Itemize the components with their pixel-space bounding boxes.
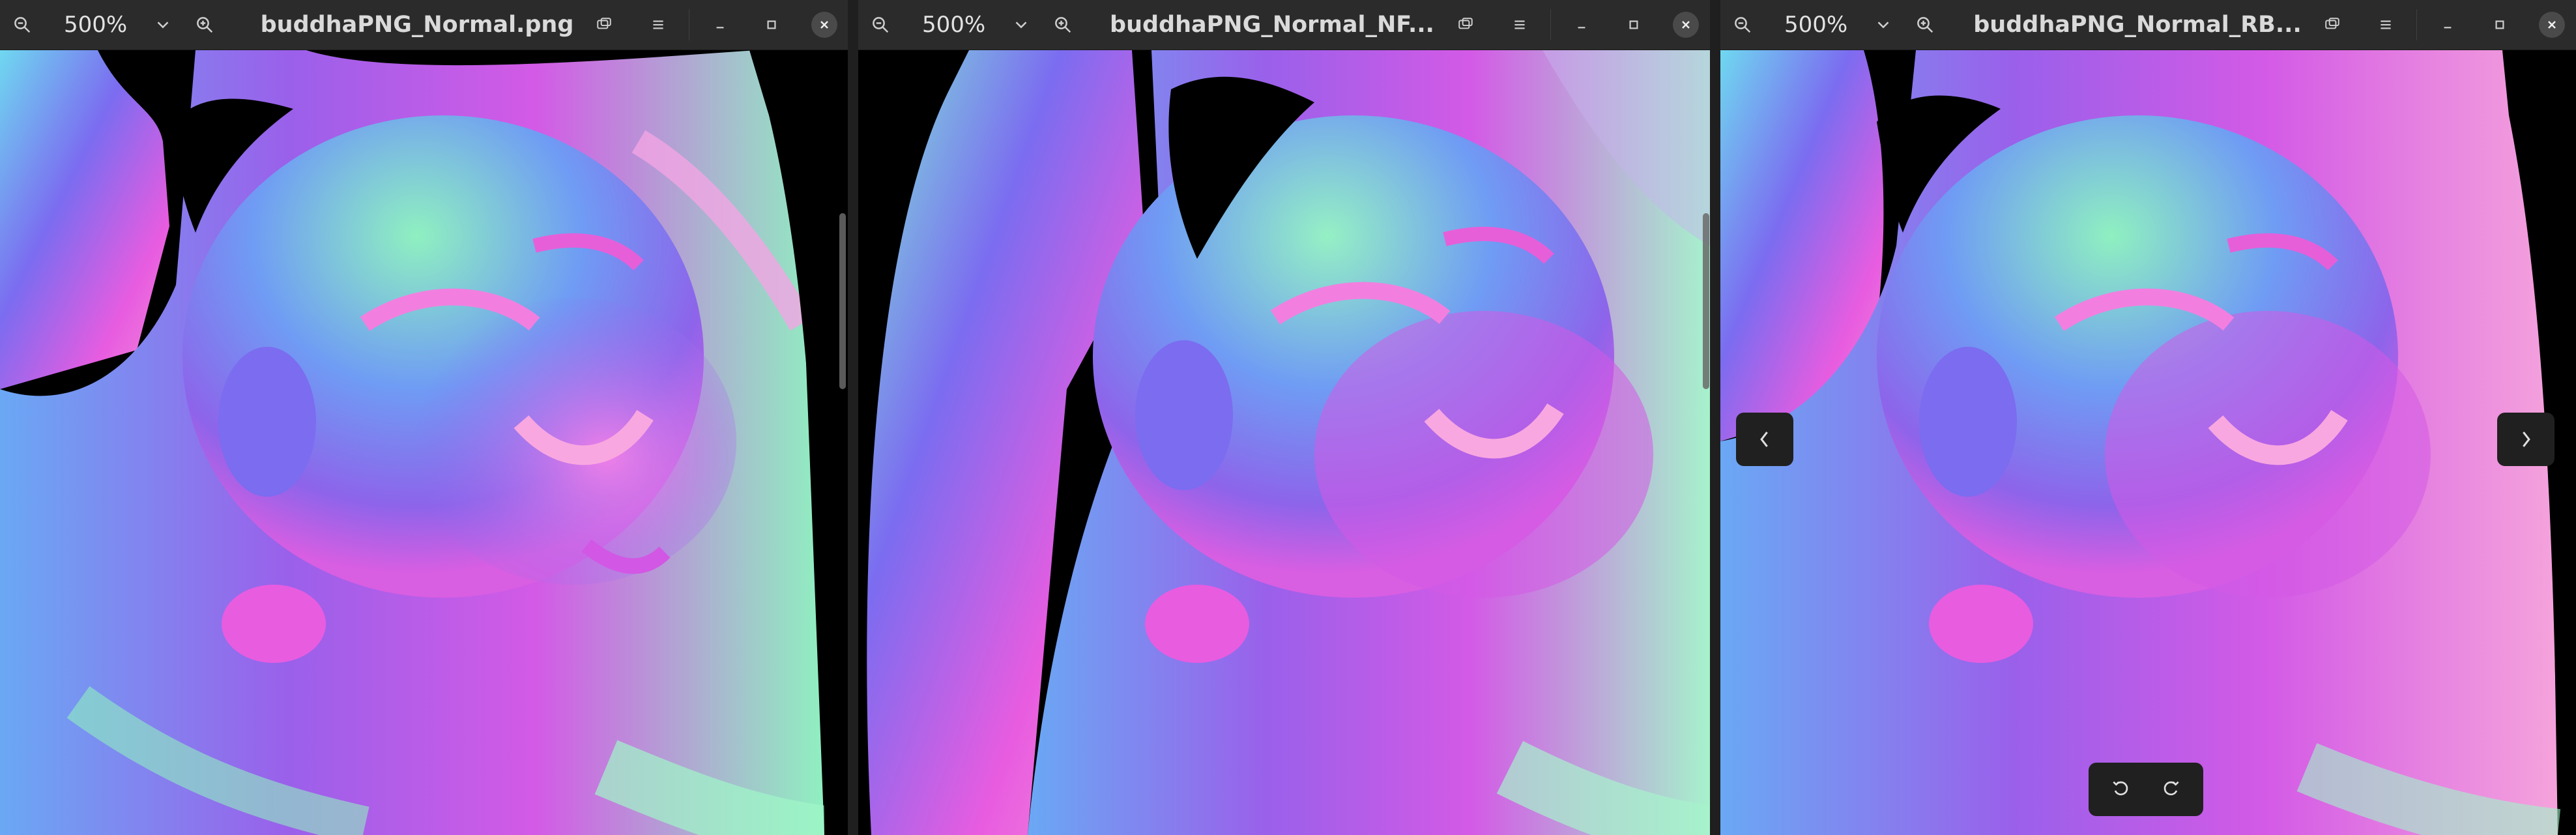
picture-in-picture-icon: [2325, 18, 2339, 29]
maximize-icon: [1629, 20, 1638, 29]
zoom-in-button[interactable]: [1045, 5, 1081, 44]
chevron-down-icon: [157, 22, 169, 29]
zoom-out-button[interactable]: [4, 5, 40, 44]
zoom-out-icon: [873, 17, 889, 33]
rotate-right-button[interactable]: [2161, 778, 2182, 801]
vertical-scrollbar[interactable]: [1703, 213, 1709, 389]
close-icon: [1682, 21, 1690, 29]
minimize-button[interactable]: [701, 5, 740, 44]
close-icon: [2548, 21, 2556, 29]
rotate-right-icon: [2164, 781, 2179, 796]
hamburger-menu-icon: [653, 20, 663, 29]
minimize-icon: [1578, 27, 1585, 29]
zoom-dropdown-button[interactable]: [1864, 5, 1903, 44]
image-viewer-window-2: 500% buddhaPNG_Normal_NF...: [858, 0, 1710, 835]
image-viewer-window-3: 500% buddhaPNG_Normal_RB...: [1720, 0, 2576, 835]
pip-button[interactable]: [2313, 5, 2352, 44]
zoom-out-button[interactable]: [862, 5, 899, 44]
hamburger-menu-icon: [1514, 20, 1525, 29]
zoom-dropdown-button[interactable]: [1002, 5, 1041, 44]
rotate-controls: [2089, 763, 2203, 816]
zoom-out-icon: [1735, 17, 1751, 33]
maximize-icon: [2495, 20, 2504, 29]
zoom-in-button[interactable]: [186, 5, 223, 44]
minimize-icon: [2444, 27, 2452, 29]
zoom-in-button[interactable]: [1907, 5, 1943, 44]
header-bar: 500% buddhaPNG_Normal.png: [0, 0, 848, 50]
maximize-button[interactable]: [2480, 5, 2519, 44]
maximize-icon: [767, 20, 776, 29]
main-menu-button[interactable]: [2366, 5, 2405, 44]
window-title: buddhaPNG_Normal_NF...: [1110, 12, 1434, 38]
minimize-button[interactable]: [1562, 5, 1601, 44]
window-title: buddhaPNG_Normal_RB...: [1973, 12, 2302, 38]
window-title: buddhaPNG_Normal.png: [260, 12, 574, 38]
close-button[interactable]: [805, 5, 844, 44]
next-image-button[interactable]: [2497, 413, 2554, 466]
pip-button[interactable]: [585, 5, 624, 44]
maximize-button[interactable]: [752, 5, 791, 44]
image-viewer-window-1: 500% buddhaPNG_Normal.png: [0, 0, 848, 835]
image-canvas[interactable]: [858, 50, 1710, 835]
zoom-in-icon: [197, 17, 213, 33]
zoom-dropdown-button[interactable]: [143, 5, 182, 44]
minimize-icon: [716, 27, 724, 29]
close-button[interactable]: [2532, 5, 2571, 44]
close-button[interactable]: [1666, 5, 1705, 44]
vertical-scrollbar[interactable]: [839, 213, 846, 389]
previous-image-button[interactable]: [1736, 413, 1793, 466]
chevron-down-icon: [1877, 22, 1889, 29]
rotate-left-icon: [2113, 781, 2128, 796]
normal-map-image: [858, 50, 1710, 835]
desktop: 500% buddhaPNG_Normal.png 500% buddhaPNG…: [0, 0, 2576, 835]
normal-map-image: [0, 50, 848, 835]
zoom-in-icon: [1917, 17, 1933, 33]
chevron-down-icon: [1015, 22, 1027, 29]
rotate-left-button[interactable]: [2110, 778, 2131, 801]
hamburger-menu-icon: [2381, 20, 2391, 29]
image-canvas[interactable]: [1720, 50, 2576, 835]
picture-in-picture-icon: [597, 18, 611, 29]
minimize-button[interactable]: [2428, 5, 2467, 44]
main-menu-button[interactable]: [639, 5, 678, 44]
chevron-right-icon: [2523, 432, 2530, 447]
image-canvas[interactable]: [0, 50, 848, 835]
header-bar: 500% buddhaPNG_Normal_NF...: [858, 0, 1710, 50]
zoom-out-button[interactable]: [1724, 5, 1761, 44]
picture-in-picture-icon: [1458, 18, 1473, 29]
main-menu-button[interactable]: [1500, 5, 1539, 44]
header-bar: 500% buddhaPNG_Normal_RB...: [1720, 0, 2576, 50]
zoom-out-icon: [14, 17, 31, 33]
pip-button[interactable]: [1446, 5, 1485, 44]
zoom-in-icon: [1055, 17, 1071, 33]
normal-map-image: [1720, 50, 2576, 835]
chevron-left-icon: [1760, 432, 1768, 447]
close-icon: [820, 21, 828, 29]
maximize-button[interactable]: [1614, 5, 1653, 44]
